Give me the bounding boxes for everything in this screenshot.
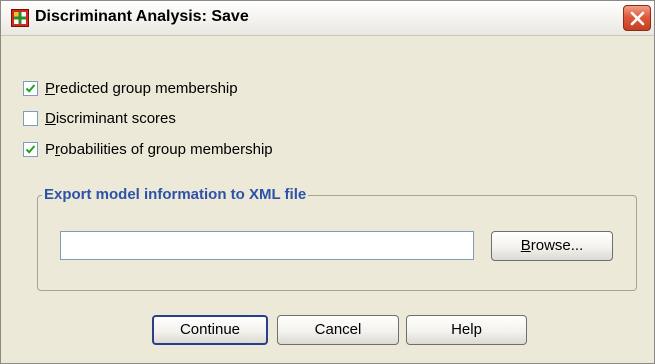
title-bar[interactable]: Discriminant Analysis: Save <box>1 1 654 36</box>
discriminant-scores-label: Discriminant scores <box>45 110 176 127</box>
browse-button[interactable]: Browse... <box>491 231 613 261</box>
app-icon <box>11 9 29 27</box>
close-button[interactable] <box>623 5 651 31</box>
dialog-title: Discriminant Analysis: Save <box>35 8 249 25</box>
checkmark-icon <box>25 145 36 154</box>
cancel-button[interactable]: Cancel <box>277 315 399 345</box>
probabilities-of-group-membership-label: Probabilities of group membership <box>45 141 273 158</box>
predicted-group-membership-label: Predicted group membership <box>45 80 238 97</box>
export-model-group-title: Export model information to XML file <box>42 186 309 203</box>
checkmark-icon <box>25 84 36 93</box>
probabilities-of-group-membership-checkbox[interactable] <box>23 142 38 157</box>
dialog-window: Discriminant Analysis: Save Predicted gr… <box>0 0 655 364</box>
discriminant-scores-checkbox[interactable] <box>23 111 38 126</box>
close-icon <box>630 11 645 26</box>
predicted-group-membership-checkbox[interactable] <box>23 81 38 96</box>
xml-file-path-input[interactable] <box>60 231 474 260</box>
help-button[interactable]: Help <box>406 315 527 345</box>
continue-button[interactable]: Continue <box>152 315 268 345</box>
